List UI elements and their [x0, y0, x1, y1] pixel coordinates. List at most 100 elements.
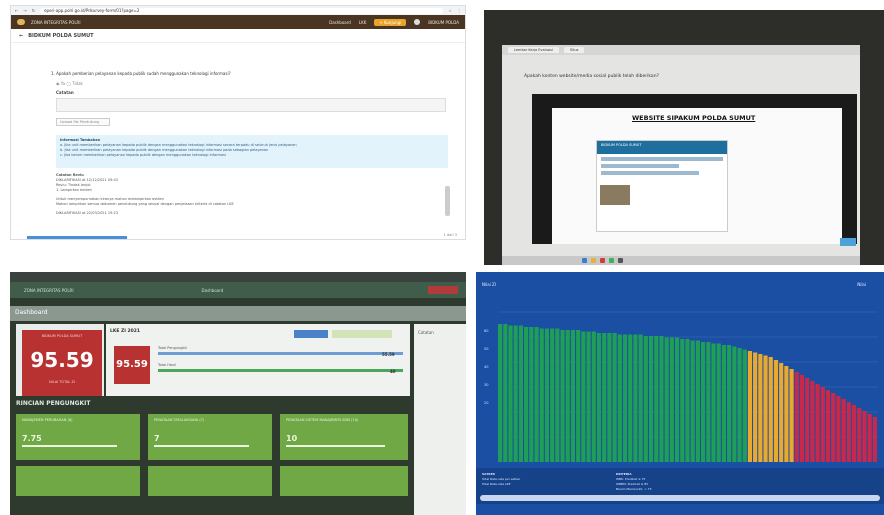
chart-bar[interactable] [773, 360, 779, 462]
chart-bar[interactable] [622, 334, 628, 463]
chart-bar[interactable] [503, 324, 508, 462]
chart-bar[interactable] [643, 336, 648, 462]
chart-bar[interactable] [711, 343, 716, 463]
chart-bar[interactable] [805, 378, 810, 462]
chart-bar[interactable] [576, 330, 581, 462]
chart-bar[interactable] [794, 372, 799, 462]
chart-bar[interactable] [742, 349, 747, 463]
chart-bar[interactable] [810, 381, 815, 462]
catatan-textarea[interactable] [56, 98, 446, 112]
chart-bar[interactable] [539, 328, 544, 463]
chart-bar[interactable] [799, 375, 805, 462]
folder-icon[interactable] [591, 258, 596, 263]
chart-bar[interactable] [721, 345, 726, 462]
chart-bar[interactable] [872, 417, 877, 462]
chart-bar[interactable] [586, 331, 591, 463]
chart-bar[interactable] [674, 337, 680, 463]
chart-bar[interactable] [779, 363, 784, 462]
chart-bar[interactable] [513, 325, 518, 463]
chart-bar[interactable] [857, 408, 862, 462]
chart-bar[interactable] [763, 355, 768, 463]
browser-icon[interactable] [600, 258, 605, 263]
answer-options[interactable]: ◉ Ya ◯ Tidak [56, 81, 83, 86]
chart-bar[interactable] [633, 334, 638, 463]
chart-bar[interactable] [753, 352, 758, 463]
reload-icon[interactable]: ↻ [32, 8, 35, 13]
arrow-left-icon[interactable]: ← [19, 33, 23, 39]
upload-button[interactable]: Upload file Pendukung [56, 118, 110, 126]
scrollbar[interactable] [445, 186, 450, 216]
chart-bar[interactable] [820, 387, 825, 462]
chart-bar[interactable] [846, 402, 851, 462]
chart-bar[interactable] [825, 390, 831, 462]
chart-bar[interactable] [617, 334, 622, 463]
chart-bar[interactable] [836, 396, 841, 462]
chart-bar[interactable] [544, 328, 550, 463]
chart-bar[interactable] [716, 343, 721, 463]
chart-bar[interactable] [758, 354, 763, 462]
chart-bar[interactable] [701, 342, 706, 462]
filter-button[interactable] [332, 330, 392, 338]
chart-bar[interactable] [638, 334, 643, 463]
logout-button[interactable] [428, 286, 458, 294]
chart-bar[interactable] [784, 366, 789, 462]
app-icon[interactable] [609, 258, 614, 263]
chart-bar[interactable] [508, 325, 513, 463]
chart-bar[interactable] [565, 330, 570, 462]
chart-bar[interactable] [737, 348, 742, 462]
chart-bar[interactable] [607, 333, 612, 462]
menu-icon[interactable]: ⋮ [457, 8, 461, 13]
chart-legend[interactable]: Nilai [857, 282, 866, 287]
nav-dashboard[interactable]: Dashboard [202, 288, 224, 293]
app-icon[interactable] [618, 258, 623, 263]
chart-bar[interactable] [851, 405, 857, 462]
chart-bar[interactable] [862, 411, 867, 462]
chart-bar[interactable] [654, 336, 659, 462]
chart-bar[interactable] [664, 337, 669, 463]
chart-bar[interactable] [560, 330, 565, 462]
chart-bar[interactable] [695, 340, 700, 463]
avatar[interactable] [414, 19, 421, 25]
chart-bar[interactable] [529, 327, 534, 462]
chart-bar[interactable] [648, 336, 654, 462]
chart-bar[interactable] [789, 369, 794, 462]
chart-bar[interactable] [550, 328, 555, 463]
chart-bar[interactable] [831, 393, 836, 462]
filter-button[interactable] [294, 330, 328, 338]
chart-bar[interactable] [706, 342, 711, 462]
chart-bar[interactable] [555, 328, 560, 463]
tab-lke[interactable]: Lembar Kerja Evaluasi [508, 47, 559, 53]
chart-bar[interactable] [680, 339, 685, 462]
chart-bar[interactable] [727, 345, 732, 462]
tab-situs[interactable]: Situs [563, 47, 585, 53]
user-name[interactable]: BIDKUM POLDA [428, 20, 459, 25]
chart-bar[interactable] [591, 331, 596, 463]
chart-bar[interactable] [612, 333, 617, 462]
chart-bar[interactable] [534, 327, 539, 462]
chart-bar[interactable] [747, 351, 753, 462]
chart-bar[interactable] [498, 324, 503, 462]
chart-bar[interactable] [867, 414, 872, 462]
star-icon[interactable]: ☆ [448, 8, 452, 13]
start-icon[interactable] [582, 258, 587, 263]
chart-bar[interactable] [685, 339, 690, 462]
chart-bar[interactable] [581, 331, 586, 463]
chart-bar[interactable] [570, 330, 576, 462]
nav-dashboard[interactable]: Dashboard [329, 20, 351, 25]
chart-bar[interactable] [524, 327, 529, 462]
chart-bar[interactable] [669, 337, 674, 463]
chart-bar[interactable] [690, 340, 695, 463]
chart-bar[interactable] [518, 325, 523, 463]
chart-bar[interactable] [815, 384, 820, 462]
chart-bar[interactable] [596, 333, 602, 462]
chart-bar[interactable] [841, 399, 846, 462]
next-button[interactable] [840, 238, 856, 246]
chart-bar[interactable] [732, 346, 737, 463]
chart-bar[interactable] [628, 334, 633, 463]
url-bar[interactable]: eperi-app.polri.go.id/Pdsurvey-form/01?p… [40, 7, 444, 14]
nav-lkk[interactable]: LKK [359, 20, 366, 25]
kunjungi-button[interactable]: + Kunjungi [374, 18, 407, 26]
chart-bar[interactable] [659, 336, 664, 462]
back-icon[interactable]: ← [15, 8, 18, 13]
forward-icon[interactable]: → [23, 8, 26, 13]
